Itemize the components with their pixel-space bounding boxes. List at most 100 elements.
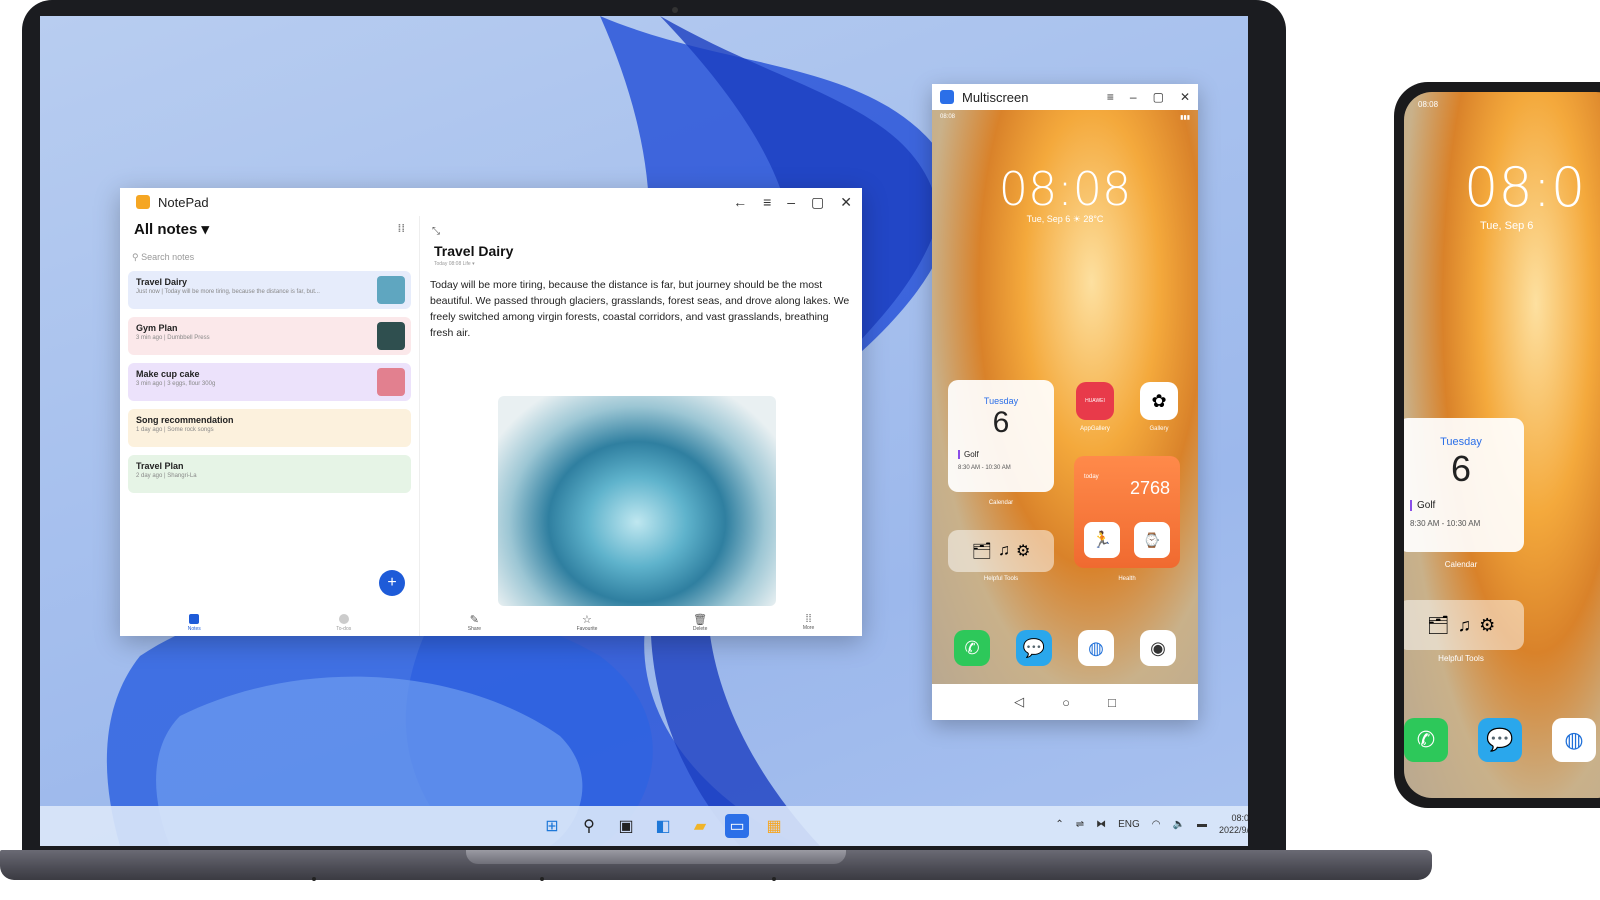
appgallery-icon[interactable]: HUAWEI <box>1076 382 1114 420</box>
gallery-icon[interactable]: ✿ <box>1140 382 1178 420</box>
trash-icon: 🗑 <box>693 614 708 626</box>
nav-home-icon[interactable]: ○ <box>1062 695 1070 710</box>
windows-start-icon[interactable]: ⊞ <box>540 814 564 838</box>
phone-date: Tue, Sep 6 ☀ 28°C <box>1026 214 1104 224</box>
delete-button[interactable]: 🗑 Delete <box>693 613 707 632</box>
note-preview: 1 day ago | Some rock songs <box>136 427 214 433</box>
more-icon: ⁞⁞ <box>805 613 812 625</box>
glacier-photo <box>498 396 776 606</box>
nav-back-icon[interactable]: ◁ <box>1014 694 1024 710</box>
messages-icon[interactable]: 💬 <box>1016 630 1052 666</box>
back-icon[interactable]: ← <box>733 194 747 211</box>
note-card[interactable]: Travel Dairy Just now | Today will be mo… <box>128 271 411 309</box>
wifi-icon[interactable]: ◠ <box>1152 819 1161 830</box>
calendar-widget: Tuesday 6 Golf 8:30 AM - 10:30 AM <box>1404 418 1524 552</box>
note-card[interactable]: Song recommendation 1 day ago | Some roc… <box>128 409 411 447</box>
desktop-screen: NotePad ← ≡ – ▢ ✕ All notes ▾ ⁞⁞ ⚲ Searc… <box>40 16 1248 846</box>
phone-screen: 08:08 08:0 Tue, Sep 6 Tuesday 6 Golf 8:3… <box>1404 92 1600 798</box>
multiscreen-window[interactable]: Multiscreen ≡ – ▢ ✕ 08:08 ▮▮▮ 08:08 Tue,… <box>932 84 1198 720</box>
window-title: NotePad <box>158 194 209 210</box>
notes-icon <box>189 614 200 624</box>
calendar-widget[interactable]: Tuesday 6 Golf 8:30 AM - 10:30 AM <box>948 380 1054 492</box>
grid-view-icon[interactable]: ⁞⁞ <box>398 223 405 235</box>
search-icon: ⚲ <box>132 252 142 262</box>
note-editor-pane: ⤡ Travel Dairy Today 08:08 Life ▾ Today … <box>420 216 862 636</box>
close-icon[interactable]: ✕ <box>1180 90 1190 104</box>
collapse-icon[interactable]: ⤡ <box>420 216 862 237</box>
multiscreen-titlebar[interactable]: Multiscreen ≡ – ▢ ✕ <box>932 84 1198 110</box>
notepad-icon[interactable]: ▦ <box>762 814 786 838</box>
language-indicator[interactable]: ENG <box>1118 819 1140 830</box>
camera-icon <box>672 7 678 13</box>
search-input[interactable]: ⚲ Search notes <box>132 252 407 263</box>
maximize-icon[interactable]: ▢ <box>811 194 824 211</box>
phone-clock: 08:0 <box>1464 156 1586 219</box>
browser-icon: ◍ <box>1552 718 1596 762</box>
running-icon: 🏃 <box>1084 522 1120 558</box>
notes-list-pane: All notes ▾ ⁞⁞ ⚲ Search notes Travel Dai… <box>120 216 420 636</box>
notepad-window[interactable]: NotePad ← ≡ – ▢ ✕ All notes ▾ ⁞⁞ ⚲ Searc… <box>120 188 862 636</box>
window-title: Multiscreen <box>962 89 1029 105</box>
note-preview: 3 min ago | Dumbbell Press <box>136 335 210 341</box>
settings-icon: ⚙ <box>1479 614 1496 635</box>
laptop-foot <box>540 877 544 881</box>
note-title: Travel Dairy <box>136 277 188 287</box>
multiscreen-icon[interactable]: ▭ <box>725 814 749 838</box>
note-card[interactable]: Travel Plan 2 day ago | Shangri-La <box>128 455 411 493</box>
file-explorer-icon[interactable]: ▰ <box>688 814 712 838</box>
helpful-tools-folder[interactable]: 🗂 ♫ ⚙ <box>948 530 1054 572</box>
note-title: Travel Plan <box>136 461 184 471</box>
taskbar: ⊞ ⚲ ▣ ◧ ▰ ▭ ▦ ⌃ ⇌ ⧓ ENG ◠ 🔈 ▬ 08:08 2022… <box>40 806 1248 846</box>
share-button[interactable]: ✎ Share <box>468 613 481 632</box>
messages-icon: 💬 <box>1478 718 1522 762</box>
note-actions-bar: ✎ Share ☆ Favourite 🗑 Delete ⁞⁞ More <box>420 613 862 632</box>
mirrored-phone-screen[interactable]: 08:08 ▮▮▮ 08:08 Tue, Sep 6 ☀ 28°C Tuesda… <box>932 110 1198 684</box>
phone-nav-bar: ◁ ○ □ <box>932 684 1198 720</box>
minimize-icon[interactable]: – <box>1130 90 1137 104</box>
tray-app-icon[interactable]: ⇌ <box>1076 819 1084 830</box>
star-icon: ☆ <box>582 614 592 626</box>
tab-todos[interactable]: To-dos <box>336 614 351 632</box>
tray-device-icon[interactable]: ⧓ <box>1096 819 1106 830</box>
minimize-icon[interactable]: – <box>787 194 795 211</box>
taskbar-clock[interactable]: 08:08 2022/9/6 <box>1219 812 1248 836</box>
share-icon: ✎ <box>469 614 480 626</box>
widgets-icon[interactable]: ◧ <box>651 814 675 838</box>
favourite-button[interactable]: ☆ Favourite <box>577 613 598 632</box>
note-meta: Today 08:08 Life ▾ <box>434 261 475 267</box>
note-card[interactable]: Make cup cake 3 min ago | 3 eggs, flour … <box>128 363 411 401</box>
camera-app-icon[interactable]: ◉ <box>1140 630 1176 666</box>
notes-heading[interactable]: All notes ▾ ⁞⁞ <box>120 216 419 242</box>
todos-icon <box>338 614 349 624</box>
browser-icon[interactable]: ◍ <box>1078 630 1114 666</box>
stage: NotePad ← ≡ – ▢ ✕ All notes ▾ ⁞⁞ ⚲ Searc… <box>0 0 1600 900</box>
music-icon: ♫ <box>997 542 1010 559</box>
menu-icon[interactable]: ≡ <box>763 194 771 211</box>
battery-icon[interactable]: ▬ <box>1197 819 1207 830</box>
maximize-icon[interactable]: ▢ <box>1153 90 1164 104</box>
nav-recents-icon[interactable]: □ <box>1108 695 1116 710</box>
health-widget[interactable]: today 2768 🏃 ⌚ <box>1074 456 1180 568</box>
phone-icon[interactable]: ✆ <box>954 630 990 666</box>
search-icon[interactable]: ⚲ <box>577 814 601 838</box>
task-view-icon[interactable]: ▣ <box>614 814 638 838</box>
notepad-titlebar[interactable]: NotePad ← ≡ – ▢ ✕ <box>120 188 862 216</box>
laptop-hinge <box>466 850 846 864</box>
all-notes-dropdown[interactable]: All notes ▾ <box>134 220 209 238</box>
phone-status-bar: 08:08 <box>1418 100 1439 109</box>
note-title: Song recommendation <box>136 415 234 425</box>
system-tray: ⌃ ⇌ ⧓ ENG ◠ 🔈 ▬ 08:08 2022/9/6 <box>1055 812 1248 836</box>
note-thumbnail <box>377 368 405 396</box>
tab-notes[interactable]: Notes <box>188 614 201 632</box>
add-note-button[interactable]: + <box>379 570 405 596</box>
close-icon[interactable]: ✕ <box>840 194 852 211</box>
volume-icon[interactable]: 🔈 <box>1173 819 1185 830</box>
note-body-text[interactable]: Today will be more tiring, because the d… <box>420 267 862 341</box>
menu-icon[interactable]: ≡ <box>1107 90 1114 104</box>
chevron-up-icon[interactable]: ⌃ <box>1055 819 1063 830</box>
note-preview: 2 day ago | Shangri-La <box>136 473 197 479</box>
note-card[interactable]: Gym Plan 3 min ago | Dumbbell Press <box>128 317 411 355</box>
more-button[interactable]: ⁞⁞ More <box>803 613 814 632</box>
note-thumbnail <box>377 276 405 304</box>
note-title-heading[interactable]: Travel Dairy <box>420 237 862 259</box>
